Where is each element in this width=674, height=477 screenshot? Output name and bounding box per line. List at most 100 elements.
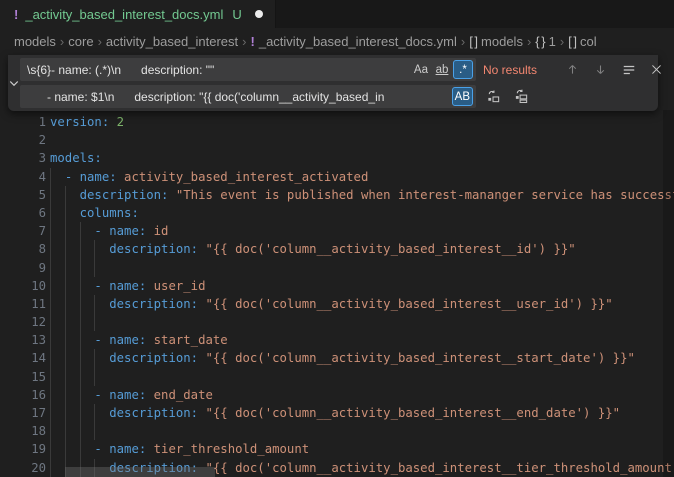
vertical-scrollbar-gutter[interactable] (663, 110, 674, 477)
replace-all-button[interactable] (511, 86, 532, 107)
code-token: - name: (94, 333, 146, 347)
code-token (50, 388, 94, 402)
unsaved-changes-dot-icon[interactable] (255, 10, 263, 18)
breadcrumb-item[interactable]: [ ]col (568, 34, 596, 49)
code-line[interactable]: 16 - name: end_date (0, 386, 674, 404)
line-number: 16 (0, 386, 46, 404)
indent-guide (50, 459, 51, 477)
code-token: - name: (94, 279, 146, 293)
indent-guide (65, 404, 66, 422)
line-number: 11 (0, 295, 46, 313)
code-token: end_date (154, 388, 213, 402)
code-line-content: description: "{{ doc('column__activity_b… (50, 349, 674, 367)
code-line[interactable]: 17 description: "{{ doc('column__activit… (0, 404, 674, 422)
code-token: id (154, 224, 169, 238)
code-line[interactable]: 15 (0, 368, 674, 386)
line-number: 19 (0, 440, 46, 458)
indent-guide (94, 404, 95, 422)
chevron-right-icon: › (242, 34, 246, 49)
find-query-text: \s{6}- name: (.*)\n description: "" (27, 63, 410, 77)
code-line[interactable]: 2 (0, 131, 674, 149)
close-find-widget-button[interactable] (646, 59, 667, 80)
previous-match-button[interactable] (562, 59, 583, 80)
replace-button[interactable] (483, 86, 504, 107)
preserve-case-toggle[interactable]: AB (452, 87, 473, 106)
toggle-replace-button[interactable] (8, 55, 20, 111)
regex-toggle[interactable]: .* (453, 60, 473, 79)
code-line[interactable]: 1version: 2 (0, 113, 674, 131)
indent-guide (65, 422, 66, 440)
line-number: 14 (0, 349, 46, 367)
code-line[interactable]: 13 - name: start_date (0, 331, 674, 349)
indent-guide (50, 168, 51, 186)
code-line[interactable]: 18 (0, 422, 674, 440)
code-line[interactable]: 19 - name: tier_threshold_amount (0, 440, 674, 458)
code-token: "This event is published when interest-m… (176, 188, 674, 202)
code-token: description: (109, 242, 198, 256)
code-line[interactable]: 7 - name: id (0, 222, 674, 240)
code-token: description: (109, 406, 198, 420)
code-token: "{{ doc('column__activity_based_interest… (205, 351, 634, 365)
chevron-down-icon (8, 77, 20, 89)
indent-guide (80, 368, 81, 386)
code-token: - name: (94, 224, 146, 238)
yaml-file-icon: ! (14, 7, 18, 22)
code-lines: 1version: 223models:4 - name: activity_b… (0, 55, 674, 477)
indent-guide (65, 222, 66, 240)
breadcrumb-item[interactable]: !_activity_based_interest_docs.yml (251, 34, 457, 49)
code-line[interactable]: 6 columns: (0, 204, 674, 222)
code-line[interactable]: 10 - name: user_id (0, 277, 674, 295)
line-number: 20 (0, 459, 46, 477)
indent-guide (50, 313, 51, 331)
indent-guide (80, 404, 81, 422)
indent-guide (65, 186, 66, 204)
indent-guide (50, 204, 51, 222)
breadcrumb-item[interactable]: [ ]models (469, 34, 523, 49)
find-results-status: No results (483, 63, 555, 77)
breadcrumb-item[interactable]: core (68, 34, 93, 49)
code-line[interactable]: 5 description: "This event is published … (0, 186, 674, 204)
indent-guide (80, 349, 81, 367)
indent-guide (50, 422, 51, 440)
code-token: 2 (117, 115, 124, 129)
breadcrumb-label: core (68, 34, 93, 49)
code-line[interactable]: 14 description: "{{ doc('column__activit… (0, 349, 674, 367)
code-token (146, 333, 153, 347)
code-token: start_date (154, 333, 228, 347)
replace-value-text: - name: $1\n description: "{{ doc('colum… (27, 90, 451, 104)
tab-bar: ! _activity_based_interest_docs.yml U (0, 0, 674, 28)
code-line-content: columns: (50, 204, 674, 222)
indent-guide (65, 204, 66, 222)
code-line[interactable]: 12 (0, 313, 674, 331)
replace-icon (486, 89, 501, 104)
next-match-button[interactable] (590, 59, 611, 80)
close-icon (650, 63, 663, 76)
code-token: activity_based_interest_activated (124, 170, 368, 184)
breadcrumb-item[interactable]: activity_based_interest (106, 34, 238, 49)
breadcrumb-item[interactable]: { }1 (535, 34, 556, 49)
replace-input[interactable]: - name: $1\n description: "{{ doc('colum… (20, 85, 476, 108)
code-token (146, 442, 153, 456)
whole-word-toggle[interactable]: ab (432, 60, 452, 79)
indent-guide (80, 313, 81, 331)
code-line-content (50, 259, 674, 277)
indent-guide (50, 240, 51, 258)
code-line[interactable]: 11 description: "{{ doc('column__activit… (0, 295, 674, 313)
code-line[interactable]: 9 (0, 259, 674, 277)
tab-active-file[interactable]: ! _activity_based_interest_docs.yml U (0, 0, 276, 28)
tab-filename: _activity_based_interest_docs.yml (25, 7, 223, 22)
arrow-down-icon (594, 63, 607, 76)
horizontal-scrollbar[interactable] (65, 467, 215, 477)
code-line[interactable]: 3models: (0, 149, 674, 167)
breadcrumb: models›core›activity_based_interest›!_ac… (0, 28, 674, 55)
indent-guide (94, 259, 95, 277)
editor-pane[interactable]: 1version: 223models:4 - name: activity_b… (0, 55, 674, 477)
match-case-toggle[interactable]: Aa (411, 60, 431, 79)
indent-guide (50, 222, 51, 240)
find-in-selection-button[interactable] (618, 59, 639, 80)
code-line[interactable]: 8 description: "{{ doc('column__activity… (0, 240, 674, 258)
breadcrumb-item[interactable]: models (14, 34, 56, 49)
find-input[interactable]: \s{6}- name: (.*)\n description: "" Aa a… (20, 58, 476, 81)
code-line[interactable]: 4 - name: activity_based_interest_activa… (0, 168, 674, 186)
indent-guide (80, 295, 81, 313)
